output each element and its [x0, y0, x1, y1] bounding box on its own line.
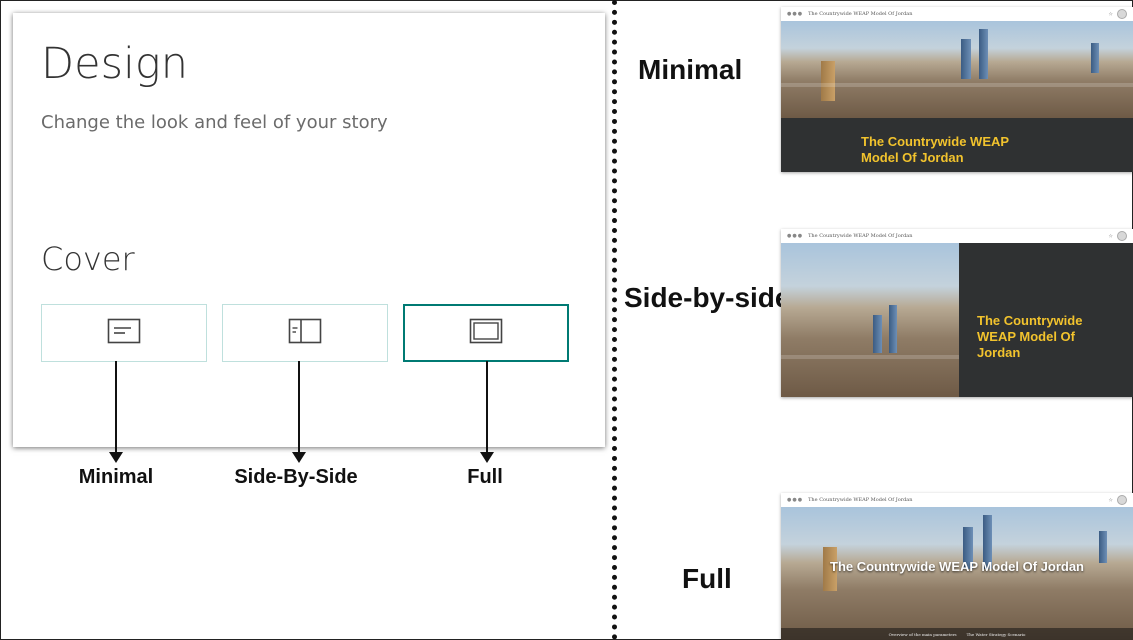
app-dots-icon: ●●● — [787, 233, 804, 239]
side-by-side-layout-icon — [288, 318, 322, 349]
label-minimal: Minimal — [638, 54, 743, 85]
story-title: The Countrywide WEAP Model Of Jordan — [861, 134, 1009, 165]
avatar — [1117, 495, 1127, 505]
preview-side-by-side: ●●● The Countrywide WEAP Model Of Jordan … — [781, 229, 1133, 397]
story-title: The Countrywide WEAP Model Of Jordan — [830, 559, 1084, 574]
story-title: The Countrywide WEAP Model Of Jordan — [977, 313, 1083, 360]
preview-full: ●●● The Countrywide WEAP Model Of Jordan … — [781, 493, 1133, 640]
dotted-divider — [612, 0, 617, 640]
avatar — [1117, 231, 1127, 241]
minimal-layout-icon — [107, 318, 141, 349]
nav-item[interactable]: Overview of the main parameters — [889, 632, 957, 637]
preview-topbar-title: The Countrywide WEAP Model Of Jordan — [808, 233, 913, 239]
label-side-by-side: Side-by-side — [624, 282, 791, 313]
share-icon: ☆ — [1108, 497, 1113, 504]
design-title: Design — [41, 39, 188, 89]
design-subtitle: Change the look and feel of your story — [41, 112, 388, 133]
preview-topbar-title: The Countrywide WEAP Model Of Jordan — [808, 11, 913, 17]
caption-minimal: Minimal — [78, 466, 154, 488]
preview-topbar: ●●● The Countrywide WEAP Model Of Jordan … — [781, 229, 1133, 243]
nav-item[interactable]: The Water Strategy Scenario — [967, 632, 1026, 637]
story-nav: Overview of the main parameters The Wate… — [781, 628, 1133, 640]
app-dots-icon: ●●● — [787, 11, 804, 17]
cover-photo — [781, 243, 959, 397]
label-full: Full — [682, 563, 732, 594]
cover-photo — [781, 21, 1133, 118]
design-panel: Design Change the look and feel of your … — [13, 13, 605, 447]
arrow-side-by-side — [292, 361, 306, 463]
preview-topbar-title: The Countrywide WEAP Model Of Jordan — [808, 497, 913, 503]
preview-minimal: ●●● The Countrywide WEAP Model Of Jordan … — [781, 7, 1133, 172]
full-layout-icon — [469, 318, 503, 349]
cover-option-full[interactable] — [403, 304, 569, 362]
caption-side-by-side: Side-By-Side — [234, 466, 358, 488]
title-band: The Countrywide WEAP Model Of Jordan — [781, 118, 1133, 172]
preview-topbar: ●●● The Countrywide WEAP Model Of Jordan … — [781, 493, 1133, 507]
cover-photo: The Countrywide WEAP Model Of Jordan Ove… — [781, 507, 1133, 640]
avatar — [1117, 9, 1127, 19]
share-icon: ☆ — [1108, 11, 1113, 18]
arrow-full — [480, 361, 494, 463]
caption-full: Full — [467, 466, 503, 488]
preview-topbar: ●●● The Countrywide WEAP Model Of Jordan … — [781, 7, 1133, 21]
share-icon: ☆ — [1108, 233, 1113, 240]
title-panel: The Countrywide WEAP Model Of Jordan — [959, 243, 1133, 397]
cover-option-side-by-side[interactable] — [222, 304, 388, 362]
cover-option-minimal[interactable] — [41, 304, 207, 362]
cover-heading: Cover — [41, 240, 135, 278]
arrow-minimal — [109, 361, 123, 463]
app-dots-icon: ●●● — [787, 497, 804, 503]
